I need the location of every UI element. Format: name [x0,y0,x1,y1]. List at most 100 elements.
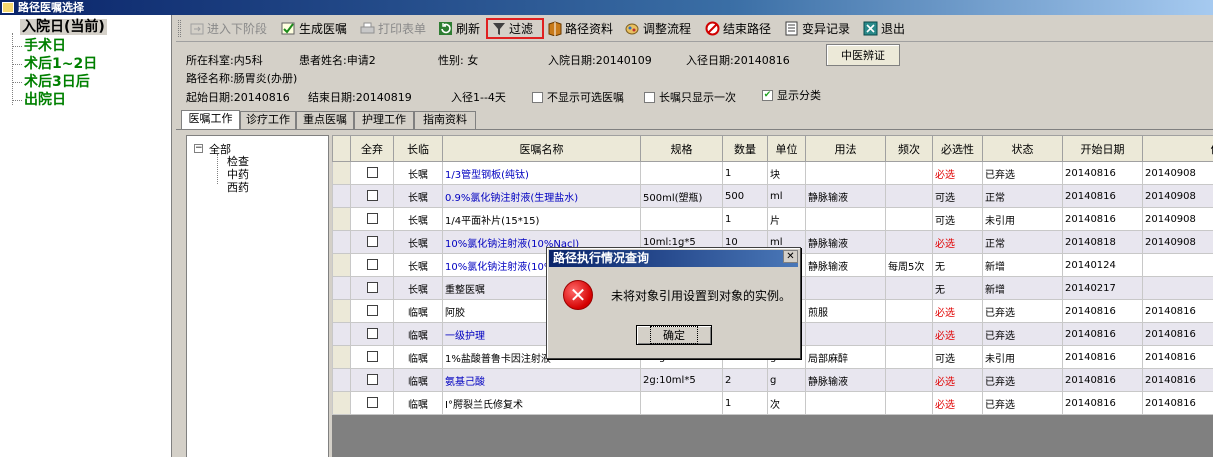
table-row[interactable]: 长嘱 1/4平面补片(15*15) 1 片 可选 未引用 20140816 20140908 [332,207,1213,231]
cell-stop[interactable]: 20140816 [1142,345,1213,369]
collapse-icon[interactable]: − [194,144,203,153]
cell-name[interactable]: 氨基己酸 [442,368,641,392]
cell-freq[interactable] [885,391,933,415]
discard-checkbox[interactable] [366,259,378,271]
stage-item-postop-1-2[interactable]: 术后1~2日 [24,55,97,73]
cell-freq[interactable] [885,161,933,185]
cell-req[interactable]: 无 [932,276,983,300]
cell-usage[interactable]: 静脉输液 [805,230,886,254]
exit-button[interactable]: 退出 [860,18,908,39]
discard-cell[interactable] [350,230,394,254]
column-header[interactable]: 规格 [640,135,723,162]
cell-freq[interactable] [885,207,933,231]
ok-button[interactable]: 确定 [636,325,712,345]
cell-stop[interactable]: 20140908 [1142,207,1213,231]
close-icon[interactable]: ✕ [783,250,798,263]
column-header[interactable]: 必选性 [932,135,983,162]
cell-qty[interactable]: 2 [722,368,768,392]
cell-qty[interactable]: 1 [722,161,768,185]
discard-cell[interactable] [350,207,394,231]
cell-freq[interactable] [885,345,933,369]
cell-qty[interactable]: 1 [722,391,768,415]
stage-item-admission[interactable]: 入院日(当前) [20,18,107,36]
cell-spec[interactable]: 500ml(塑瓶) [640,184,723,208]
discard-checkbox[interactable] [366,167,378,179]
stage-item-discharge[interactable]: 出院日 [24,91,66,109]
cell-type[interactable]: 临嘱 [393,299,443,323]
table-row[interactable]: 临嘱 Ⅰ°腭裂兰氏修复术 1 次必选 已弃选 20140816 20140816 [332,391,1213,415]
cell-status[interactable]: 未引用 [982,345,1063,369]
cell-usage[interactable] [805,391,886,415]
cell-qty[interactable]: 500 [722,184,768,208]
cell-req[interactable]: 必选 [932,299,983,323]
cell-unit[interactable]: ml [767,184,806,208]
tab-guide-info[interactable]: 指南资料 [414,111,476,129]
cell-status[interactable]: 已弃选 [982,322,1063,346]
cell-status[interactable]: 未引用 [982,207,1063,231]
cell-freq[interactable]: 每周5次 [885,253,933,277]
discard-cell[interactable] [350,184,394,208]
next-stage-button[interactable]: 进入下阶段 [186,18,270,39]
cell-start[interactable]: 20140816 [1062,207,1143,231]
cell-type[interactable]: 长嘱 [393,276,443,300]
cell-type[interactable]: 临嘱 [393,322,443,346]
row-header[interactable] [332,161,351,185]
generate-order-button[interactable]: 生成医嘱 [278,18,350,39]
long-order-once-checkbox[interactable]: 长嘱只显示一次 [644,89,736,105]
cell-stop[interactable] [1142,276,1213,300]
cell-req[interactable]: 必选 [932,230,983,254]
row-header[interactable] [332,299,351,323]
column-header[interactable]: 单位 [767,135,806,162]
cell-unit[interactable]: 块 [767,161,806,185]
cell-usage[interactable] [805,161,886,185]
discard-checkbox[interactable] [366,190,378,202]
row-header[interactable] [332,345,351,369]
cell-spec[interactable] [640,207,723,231]
cell-type[interactable]: 临嘱 [393,345,443,369]
path-info-button[interactable]: 路径资料 [544,18,616,39]
cell-usage[interactable] [805,276,886,300]
column-header[interactable]: 医嘱名称 [442,135,641,162]
stage-item-surgery[interactable]: 手术日 [24,37,66,55]
cell-usage[interactable]: 局部麻醉 [805,345,886,369]
cell-status[interactable]: 正常 [982,184,1063,208]
column-header[interactable]: 开始日期 [1062,135,1143,162]
cell-start[interactable]: 20140816 [1062,161,1143,185]
row-header[interactable] [332,184,351,208]
column-header[interactable]: 状态 [982,135,1063,162]
tab-order-work[interactable]: 医嘱工作 [181,110,240,129]
cell-req[interactable]: 可选 [932,207,983,231]
discard-cell[interactable] [350,253,394,277]
discard-cell[interactable] [350,276,394,300]
tab-nursing-work[interactable]: 护理工作 [354,111,414,129]
discard-cell[interactable] [350,161,394,185]
cell-type[interactable]: 长嘱 [393,230,443,254]
cell-name[interactable]: 1/4平面补片(15*15) [442,207,641,231]
cell-status[interactable]: 正常 [982,230,1063,254]
discard-checkbox[interactable] [366,236,378,248]
cell-type[interactable]: 临嘱 [393,368,443,392]
cell-stop[interactable]: 20140816 [1142,368,1213,392]
discard-cell[interactable] [350,299,394,323]
toolbar-grip[interactable] [178,20,181,37]
show-category-checkbox[interactable]: ✔ 显示分类 [762,87,821,103]
cell-start[interactable]: 20140816 [1062,299,1143,323]
row-header[interactable] [332,391,351,415]
cell-req[interactable]: 必选 [932,368,983,392]
cell-req[interactable]: 可选 [932,345,983,369]
discard-cell[interactable] [350,391,394,415]
cell-freq[interactable] [885,322,933,346]
cell-type[interactable]: 长嘱 [393,207,443,231]
cell-freq[interactable] [885,276,933,300]
discard-checkbox[interactable] [366,282,378,294]
cell-type[interactable]: 长嘱 [393,161,443,185]
cell-req[interactable]: 可选 [932,184,983,208]
stage-item-postop-3[interactable]: 术后3日后 [24,73,90,91]
discard-checkbox[interactable] [366,213,378,225]
cell-spec[interactable] [640,391,723,415]
cell-usage[interactable] [805,207,886,231]
cell-type[interactable]: 临嘱 [393,391,443,415]
cell-unit[interactable]: 片 [767,207,806,231]
cell-status[interactable]: 已弃选 [982,161,1063,185]
tab-key-orders[interactable]: 重点医嘱 [296,111,354,129]
